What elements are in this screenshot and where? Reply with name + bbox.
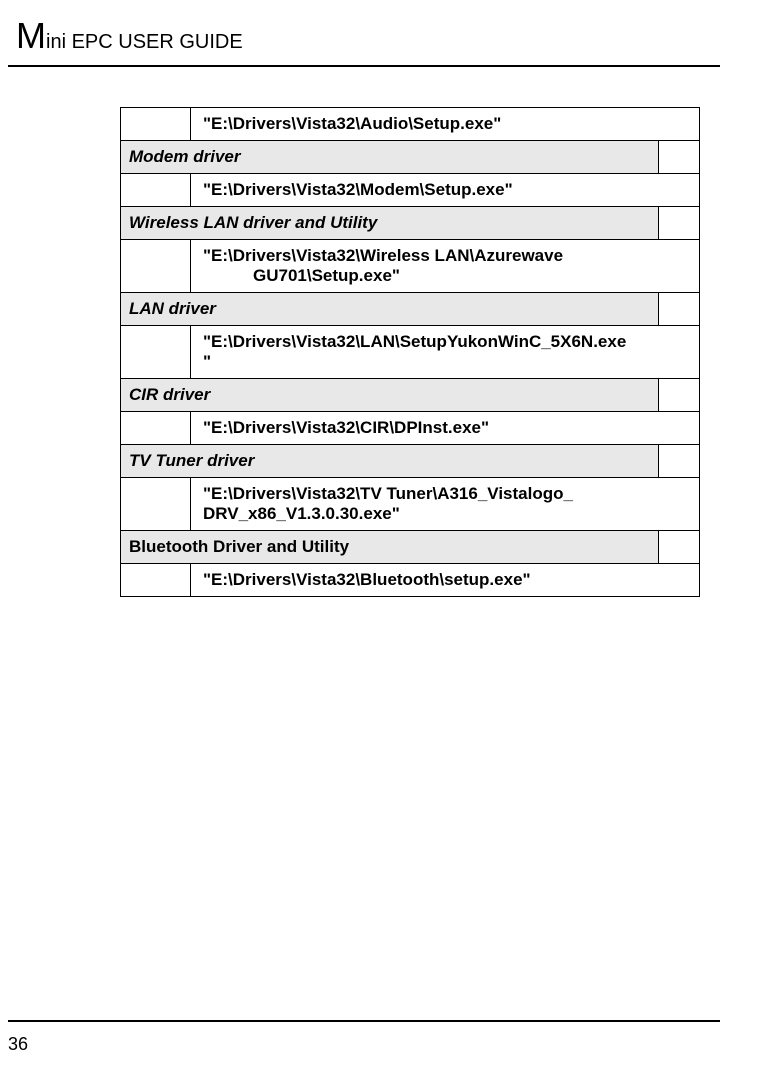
category-cell: TV Tuner driver: [121, 445, 659, 478]
path-line2: ": [203, 352, 211, 371]
table-row: "E:\Drivers\Vista32\Audio\Setup.exe": [121, 108, 700, 141]
path-cell: "E:\Drivers\Vista32\TV Tuner\A316_Vistal…: [191, 478, 700, 531]
table-row: "E:\Drivers\Vista32\TV Tuner\A316_Vistal…: [121, 478, 700, 531]
indent-cell: [121, 326, 191, 379]
indent-cell: [121, 108, 191, 141]
path-cell: "E:\Drivers\Vista32\Modem\Setup.exe": [191, 174, 700, 207]
table-row: "E:\Drivers\Vista32\Bluetooth\setup.exe": [121, 564, 700, 597]
table-row: Bluetooth Driver and Utility: [121, 531, 700, 564]
indent-cell: [121, 412, 191, 445]
table-row: "E:\Drivers\Vista32\CIR\DPInst.exe": [121, 412, 700, 445]
path-cell: "E:\Drivers\Vista32\Wireless LAN\Azurewa…: [191, 240, 700, 293]
footer-line: [8, 1020, 720, 1022]
category-cell: LAN driver: [121, 293, 659, 326]
indent-cell: [121, 478, 191, 531]
path-cell: "E:\Drivers\Vista32\Bluetooth\setup.exe": [191, 564, 700, 597]
table-row: Modem driver: [121, 141, 700, 174]
indent-cell: [121, 564, 191, 597]
empty-cell: [659, 445, 700, 478]
category-cell: CIR driver: [121, 379, 659, 412]
path-line2: GU701\Setup.exe": [203, 266, 691, 286]
driver-table: "E:\Drivers\Vista32\Audio\Setup.exe" Mod…: [120, 107, 700, 597]
path-cell: "E:\Drivers\Vista32\CIR\DPInst.exe": [191, 412, 700, 445]
table-row: "E:\Drivers\Vista32\Wireless LAN\Azurewa…: [121, 240, 700, 293]
empty-cell: [659, 531, 700, 564]
empty-cell: [659, 141, 700, 174]
path-cell: "E:\Drivers\Vista32\Audio\Setup.exe": [191, 108, 700, 141]
table-row: "E:\Drivers\Vista32\Modem\Setup.exe": [121, 174, 700, 207]
page-header: Mini EPC USER GUIDE: [8, 0, 720, 67]
path-line2: DRV_x86_V1.3.0.30.exe": [203, 504, 400, 523]
empty-cell: [659, 379, 700, 412]
category-cell: Bluetooth Driver and Utility: [121, 531, 659, 564]
table-row: "E:\Drivers\Vista32\LAN\SetupYukonWinC_5…: [121, 326, 700, 379]
content-area: "E:\Drivers\Vista32\Audio\Setup.exe" Mod…: [0, 67, 760, 597]
table-row: LAN driver: [121, 293, 700, 326]
indent-cell: [121, 174, 191, 207]
path-line1: "E:\Drivers\Vista32\LAN\SetupYukonWinC_5…: [203, 332, 626, 351]
header-title: Mini EPC USER GUIDE: [16, 31, 243, 53]
indent-cell: [121, 240, 191, 293]
category-cell: Modem driver: [121, 141, 659, 174]
path-line1: "E:\Drivers\Vista32\Wireless LAN\Azurewa…: [203, 246, 563, 265]
page-number: 36: [8, 1034, 28, 1055]
empty-cell: [659, 293, 700, 326]
table-row: Wireless LAN driver and Utility: [121, 207, 700, 240]
empty-cell: [659, 207, 700, 240]
category-cell: Wireless LAN driver and Utility: [121, 207, 659, 240]
header-title-prefix: M: [16, 15, 46, 56]
path-cell: "E:\Drivers\Vista32\LAN\SetupYukonWinC_5…: [191, 326, 700, 379]
path-line1: "E:\Drivers\Vista32\TV Tuner\A316_Vistal…: [203, 484, 573, 503]
header-title-rest: ini EPC USER GUIDE: [46, 31, 243, 53]
table-row: TV Tuner driver: [121, 445, 700, 478]
table-row: CIR driver: [121, 379, 700, 412]
